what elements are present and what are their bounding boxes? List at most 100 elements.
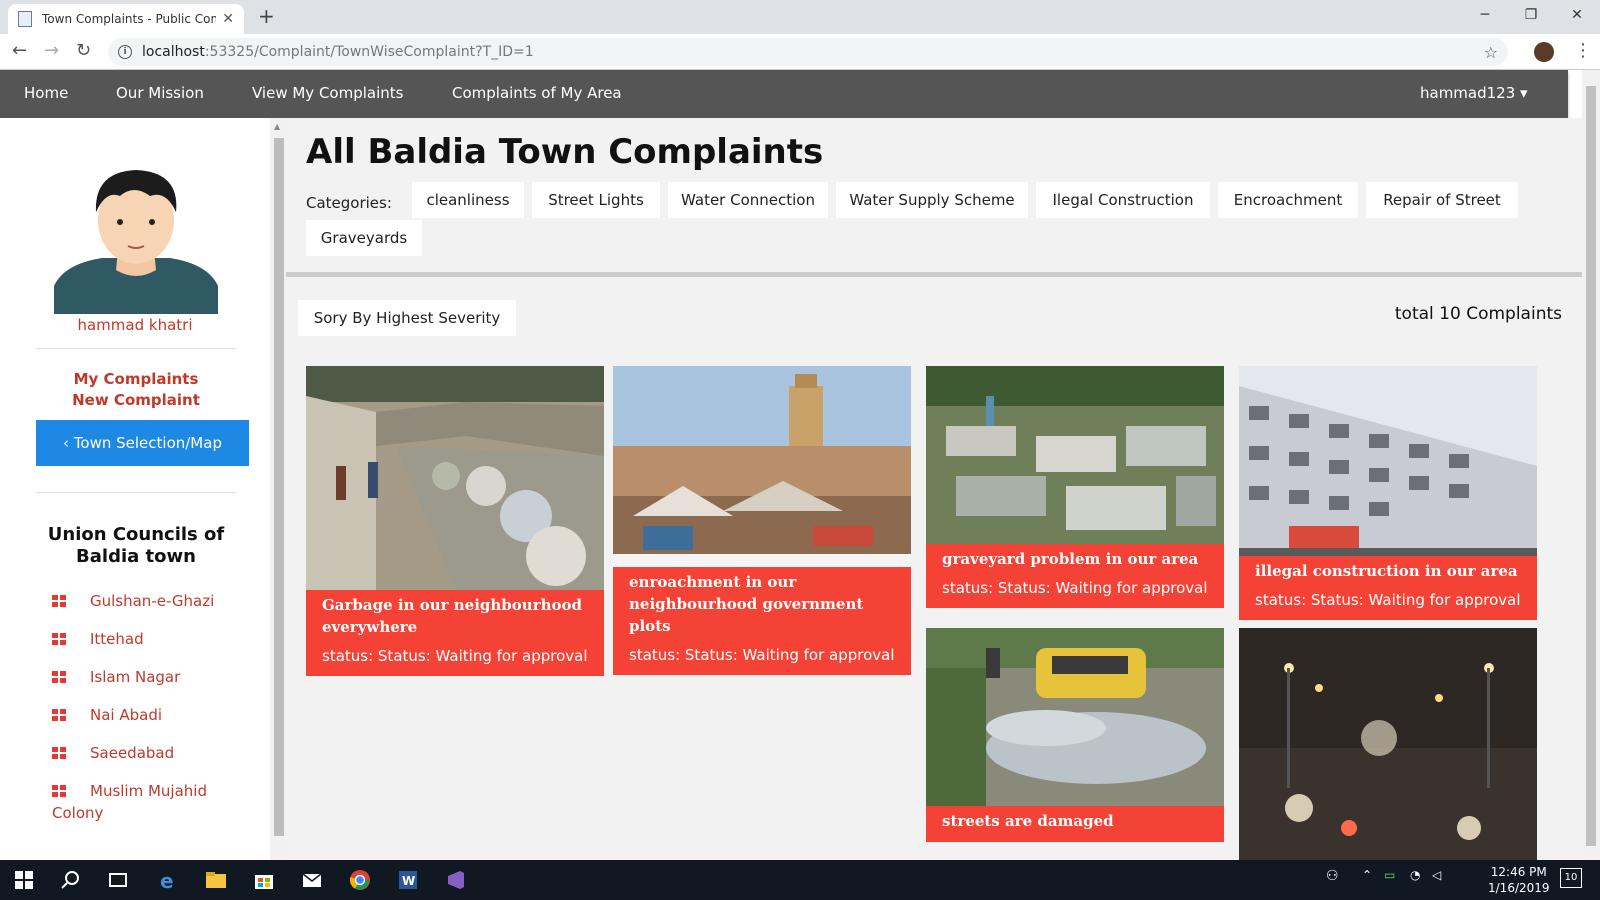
- new-complaint-link[interactable]: New Complaint: [36, 391, 236, 409]
- sidebar: hammad khatri My Complaints New Complain…: [0, 118, 270, 860]
- town-selection-button[interactable]: ‹ Town Selection/Map: [36, 420, 249, 466]
- uc-item[interactable]: Islam Nagar: [52, 666, 252, 688]
- taskbar: e W ⚇ ⌃ ▭ ◔ ◁ 12:46 PM 1/16/2019 10: [0, 860, 1600, 900]
- profile-avatar[interactable]: [1534, 42, 1554, 62]
- clock[interactable]: 12:46 PM 1/16/2019: [1488, 864, 1550, 896]
- complaint-card[interactable]: [1239, 628, 1537, 860]
- complaint-card[interactable]: streets are damaged: [926, 628, 1224, 842]
- search-icon[interactable]: [58, 868, 82, 892]
- word-icon[interactable]: W: [396, 868, 420, 892]
- category-chip[interactable]: Graveyards: [306, 220, 422, 256]
- uc-item[interactable]: Muslim Mujahid Colony: [52, 780, 252, 824]
- minimize-icon[interactable]: ─: [1462, 0, 1508, 30]
- my-complaints-link[interactable]: My Complaints: [36, 370, 236, 388]
- nav-home[interactable]: Home: [24, 84, 68, 102]
- browser-tabbar: Town Complaints - Public Compl ✕ + ─ ❐ ✕: [0, 0, 1600, 34]
- complaint-card[interactable]: graveyard problem in our area status: St…: [926, 366, 1224, 608]
- scroll-thumb[interactable]: [1586, 86, 1596, 846]
- edge-icon[interactable]: e: [156, 868, 180, 892]
- complaint-image: [1239, 366, 1537, 556]
- category-chip[interactable]: cleanliness: [412, 182, 524, 218]
- window-controls: ─ ❐ ✕: [1462, 0, 1600, 30]
- uc-item[interactable]: Nai Abadi: [52, 704, 252, 726]
- window-close-icon[interactable]: ✕: [1554, 0, 1600, 30]
- categories-label: Categories:: [306, 194, 392, 212]
- complaint-image: [926, 628, 1224, 806]
- chevron-up-icon[interactable]: ⌃: [1362, 868, 1386, 892]
- scroll-up-icon[interactable]: ▲: [274, 122, 280, 131]
- card-title[interactable]: illegal construction in our area: [1255, 560, 1521, 582]
- menu-dots-icon[interactable]: ⋮: [1574, 40, 1592, 61]
- volume-icon[interactable]: ◁: [1432, 868, 1456, 892]
- mail-icon[interactable]: [300, 868, 324, 892]
- wifi-icon[interactable]: ◔: [1410, 868, 1434, 892]
- sidebar-scrollbar[interactable]: ▲: [270, 118, 286, 860]
- card-title[interactable]: enroachment in our neighbourhood governm…: [629, 571, 895, 637]
- uc-item[interactable]: Ittehad: [52, 628, 252, 650]
- uc-item[interactable]: Gulshan-e-Ghazi: [52, 590, 252, 612]
- user-dropdown[interactable]: hammad123 ▾: [1420, 84, 1528, 102]
- card-title[interactable]: streets are damaged: [942, 810, 1208, 832]
- category-chip[interactable]: Ilegal Construction: [1036, 182, 1210, 218]
- category-chip[interactable]: Water Supply Scheme: [836, 182, 1028, 218]
- sort-severity-button[interactable]: Sory By Highest Severity: [298, 300, 516, 336]
- grid-icon: [52, 747, 66, 759]
- grid-icon: [52, 633, 66, 645]
- svg-text:e: e: [160, 869, 174, 892]
- new-tab-icon[interactable]: +: [258, 4, 275, 28]
- forward-icon[interactable]: →: [44, 40, 59, 61]
- card-body: streets are damaged: [926, 806, 1224, 842]
- complaint-image: [1239, 628, 1537, 860]
- nav-complaints-of-my-area[interactable]: Complaints of My Area: [452, 84, 622, 102]
- browser-tab[interactable]: Town Complaints - Public Compl ✕: [8, 4, 244, 34]
- card-body: illegal construction in our area status:…: [1239, 556, 1537, 620]
- category-chip[interactable]: Repair of Street: [1366, 182, 1518, 218]
- grid-icon: [52, 671, 66, 683]
- info-icon[interactable]: i: [118, 45, 132, 59]
- nav-our-mission[interactable]: Our Mission: [116, 84, 204, 102]
- close-icon[interactable]: ✕: [222, 11, 234, 27]
- page-scrollbar[interactable]: [1582, 70, 1600, 860]
- complaint-card[interactable]: illegal construction in our area status:…: [1239, 366, 1537, 620]
- file-explorer-icon[interactable]: [204, 868, 228, 892]
- nav-view-my-complaints[interactable]: View My Complaints: [252, 84, 403, 102]
- task-view-icon[interactable]: [106, 868, 130, 892]
- card-title[interactable]: Garbage in our neighbourhood everywhere: [322, 594, 588, 638]
- site-navbar: Home Our Mission View My Complaints Comp…: [0, 70, 1568, 118]
- people-icon[interactable]: ⚇: [1326, 868, 1350, 892]
- clock-time: 12:46 PM: [1490, 865, 1547, 879]
- restore-icon[interactable]: ❐: [1508, 0, 1554, 30]
- category-chip[interactable]: Encroachment: [1218, 182, 1358, 218]
- grid-icon: [52, 785, 66, 797]
- complaint-card[interactable]: Garbage in our neighbourhood everywhere …: [306, 366, 604, 676]
- url-path: :53325/Complaint/TownWiseComplaint?T_ID=…: [204, 44, 534, 60]
- scroll-thumb[interactable]: [274, 138, 284, 836]
- address-bar: ← → ↻ i localhost:53325/Complaint/TownWi…: [0, 34, 1600, 70]
- complaint-card[interactable]: enroachment in our neighbourhood governm…: [613, 366, 911, 675]
- complaint-image: [306, 366, 604, 590]
- grid-icon: [52, 595, 66, 607]
- notifications-icon[interactable]: 10: [1560, 868, 1582, 888]
- visual-studio-icon[interactable]: [444, 868, 468, 892]
- category-chip[interactable]: Water Connection: [668, 182, 828, 218]
- uc-item[interactable]: Saeedabad: [52, 742, 252, 764]
- complaint-image: [613, 366, 911, 567]
- chrome-icon[interactable]: [348, 868, 372, 892]
- user-avatar: [54, 170, 218, 314]
- back-icon[interactable]: ←: [12, 40, 27, 61]
- battery-icon[interactable]: ▭: [1384, 868, 1408, 892]
- url-input[interactable]: i localhost:53325/Complaint/TownWiseComp…: [108, 38, 1508, 66]
- total-complaints: total 10 Complaints: [1394, 304, 1562, 324]
- page-icon: [18, 11, 32, 27]
- union-councils-title: Union Councils of Baldia town: [47, 524, 225, 567]
- card-body: graveyard problem in our area status: St…: [926, 544, 1224, 608]
- store-icon[interactable]: [252, 868, 276, 892]
- user-name[interactable]: hammad khatri: [0, 316, 270, 334]
- windows-start-icon[interactable]: [12, 868, 36, 892]
- card-title[interactable]: graveyard problem in our area: [942, 548, 1208, 570]
- url-host: localhost: [142, 44, 205, 60]
- category-chip[interactable]: Street Lights: [532, 182, 660, 218]
- main-content: All Baldia Town Complaints Categories: c…: [286, 118, 1582, 860]
- reload-icon[interactable]: ↻: [76, 40, 91, 61]
- bookmark-star-icon[interactable]: ☆: [1484, 43, 1498, 62]
